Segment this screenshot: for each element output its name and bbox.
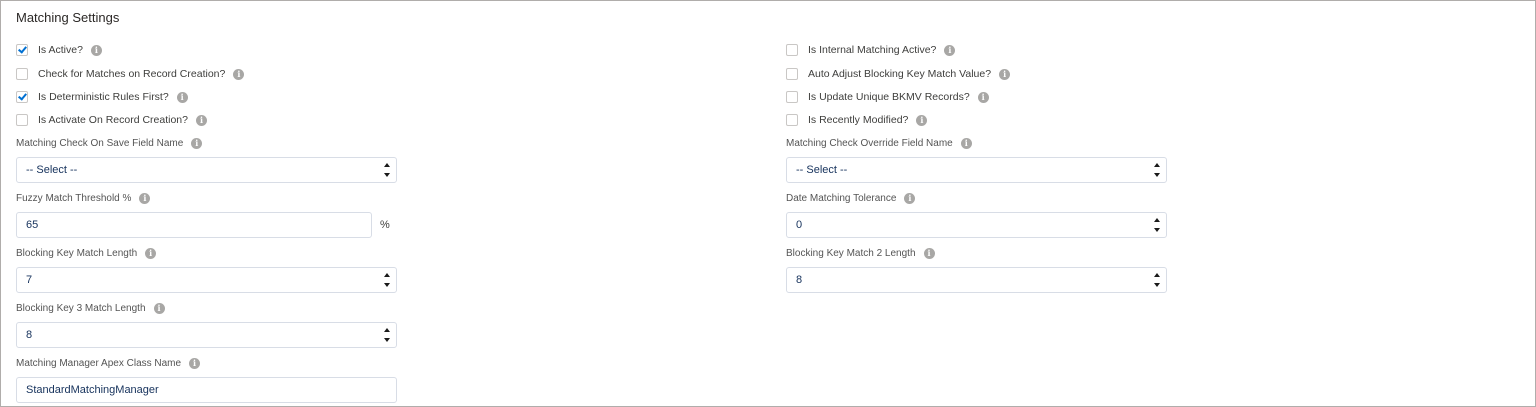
is-recently-modified-row[interactable]: Is Recently Modified? i: [786, 112, 928, 128]
date-matching-tolerance-label-row: Date Matching Tolerance i: [786, 191, 916, 205]
number-stepper-icon[interactable]: [1154, 273, 1160, 287]
is-active-label: Is Active?: [38, 44, 83, 56]
info-icon[interactable]: i: [196, 114, 207, 126]
info-icon[interactable]: i: [977, 91, 989, 103]
input-value: 65: [26, 219, 39, 231]
blocking-key-3-match-length-input[interactable]: 8: [16, 322, 397, 348]
info-icon[interactable]: i: [960, 137, 972, 149]
input-value: 0: [796, 219, 803, 231]
is-activate-on-record-creation-label: Is Activate On Record Creation?: [38, 114, 188, 126]
is-internal-matching-active-row[interactable]: Is Internal Matching Active? i: [786, 42, 956, 58]
check-matches-on-creation-checkbox[interactable]: [16, 68, 28, 80]
number-stepper-icon[interactable]: [384, 273, 390, 287]
info-icon[interactable]: i: [176, 91, 188, 103]
auto-adjust-blocking-key-checkbox[interactable]: [786, 68, 798, 80]
matching-check-override-select[interactable]: -- Select --: [786, 157, 1167, 183]
check-matches-on-creation-label: Check for Matches on Record Creation?: [38, 68, 226, 80]
field-label: Blocking Key Match 2 Length: [786, 247, 916, 259]
input-value: StandardMatchingManager: [26, 384, 159, 396]
is-update-unique-bkmv-checkbox[interactable]: [786, 91, 798, 103]
is-update-unique-bkmv-row[interactable]: Is Update Unique BKMV Records? i: [786, 89, 989, 105]
info-icon[interactable]: i: [191, 137, 203, 149]
info-icon[interactable]: i: [233, 68, 245, 80]
is-internal-matching-active-label: Is Internal Matching Active?: [808, 44, 937, 56]
matching-check-override-field-label-row: Matching Check Override Field Name i: [786, 136, 972, 150]
is-activate-on-record-creation-row[interactable]: Is Activate On Record Creation? i: [16, 112, 207, 128]
blocking-key-match-2-length-label-row: Blocking Key Match 2 Length i: [786, 246, 935, 260]
auto-adjust-blocking-key-label: Auto Adjust Blocking Key Match Value?: [808, 68, 992, 80]
date-matching-tolerance-input[interactable]: 0: [786, 212, 1167, 238]
field-label: Date Matching Tolerance: [786, 192, 897, 204]
blocking-key-match-length-label-row: Blocking Key Match Length i: [16, 246, 157, 260]
percent-suffix: %: [380, 219, 390, 231]
fuzzy-match-threshold-label-row: Fuzzy Match Threshold % i: [16, 191, 151, 205]
matching-check-on-save-select[interactable]: -- Select --: [16, 157, 397, 183]
is-deterministic-rules-first-checkbox[interactable]: [16, 91, 28, 103]
is-update-unique-bkmv-label: Is Update Unique BKMV Records?: [808, 91, 970, 103]
select-arrows-icon: [384, 163, 390, 177]
is-recently-modified-checkbox[interactable]: [786, 114, 798, 126]
auto-adjust-blocking-key-row[interactable]: Auto Adjust Blocking Key Match Value? i: [786, 66, 1011, 82]
is-deterministic-rules-first-row[interactable]: Is Deterministic Rules First? i: [16, 89, 188, 105]
blocking-key-match-length-input[interactable]: 7: [16, 267, 397, 293]
matching-manager-apex-class-input[interactable]: StandardMatchingManager: [16, 377, 397, 403]
field-label: Matching Manager Apex Class Name: [16, 357, 182, 369]
number-stepper-icon[interactable]: [1154, 218, 1160, 232]
info-icon[interactable]: i: [90, 44, 102, 56]
info-icon[interactable]: i: [153, 302, 165, 314]
is-active-row[interactable]: Is Active? i: [16, 42, 102, 58]
info-icon[interactable]: i: [944, 44, 956, 56]
field-label: Blocking Key Match Length: [16, 247, 138, 259]
field-label: Blocking Key 3 Match Length: [16, 302, 146, 314]
section-title: Matching Settings: [16, 10, 120, 25]
is-internal-matching-active-checkbox[interactable]: [786, 44, 798, 56]
blocking-key-3-match-length-label-row: Blocking Key 3 Match Length i: [16, 301, 165, 315]
is-active-checkbox[interactable]: [16, 44, 28, 56]
info-icon[interactable]: i: [923, 247, 935, 259]
matching-settings-panel: Matching Settings Is Active? i Check for…: [0, 0, 1536, 407]
info-icon[interactable]: i: [916, 114, 928, 126]
field-label: Matching Check Override Field Name: [786, 137, 953, 149]
info-icon[interactable]: i: [904, 192, 916, 204]
field-label: Matching Check On Save Field Name: [16, 137, 184, 149]
info-icon[interactable]: i: [999, 68, 1011, 80]
is-recently-modified-label: Is Recently Modified?: [808, 114, 909, 126]
select-value: -- Select --: [26, 164, 78, 176]
fuzzy-match-threshold-input[interactable]: 65: [16, 212, 372, 238]
input-value: 7: [26, 274, 33, 286]
blocking-key-match-2-length-input[interactable]: 8: [786, 267, 1167, 293]
input-value: 8: [26, 329, 33, 341]
number-stepper-icon[interactable]: [384, 328, 390, 342]
is-deterministic-rules-first-label: Is Deterministic Rules First?: [38, 91, 169, 103]
field-label: Fuzzy Match Threshold %: [16, 192, 132, 204]
info-icon[interactable]: i: [139, 192, 151, 204]
matching-manager-apex-class-label-row: Matching Manager Apex Class Name i: [16, 356, 201, 370]
info-icon[interactable]: i: [145, 247, 157, 259]
select-value: -- Select --: [796, 164, 848, 176]
is-activate-on-record-creation-checkbox[interactable]: [16, 114, 28, 126]
check-matches-on-creation-row[interactable]: Check for Matches on Record Creation? i: [16, 66, 245, 82]
info-icon[interactable]: i: [189, 357, 201, 369]
select-arrows-icon: [1154, 163, 1160, 177]
matching-check-on-save-field-label-row: Matching Check On Save Field Name i: [16, 136, 203, 150]
input-value: 8: [796, 274, 803, 286]
